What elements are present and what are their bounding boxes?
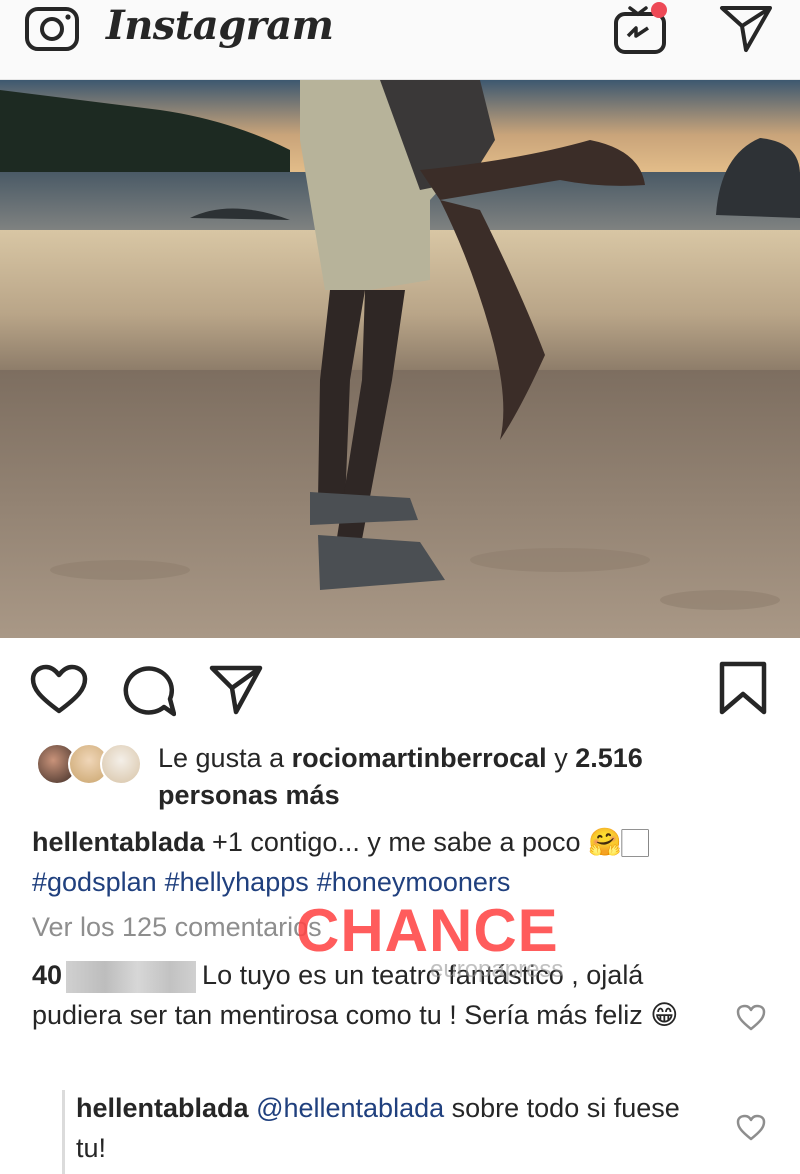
view-all-comments-link[interactable]: Ver los 125 comentarios [32, 912, 322, 943]
comment-icon[interactable] [120, 664, 176, 718]
bookmark-icon[interactable] [718, 660, 768, 716]
likes-middle: y [546, 743, 576, 773]
camera-icon[interactable] [24, 4, 80, 52]
share-icon[interactable] [208, 662, 264, 716]
igtv-icon[interactable] [612, 0, 674, 56]
redacted-username [66, 960, 197, 993]
app-logo: Instagram [106, 2, 334, 49]
comment-username[interactable]: 40 [32, 960, 62, 990]
post-image[interactable] [0, 80, 800, 638]
hashtag-link[interactable]: #godsplan [32, 867, 157, 897]
reply-thread-line [62, 1090, 65, 1174]
hashtag-link[interactable]: #honeymooners [317, 867, 511, 897]
caption-username[interactable]: hellentablada [32, 827, 205, 857]
watermark-europapress: europapress [430, 956, 564, 983]
post-caption: hellentablada +1 contigo... y me sabe a … [32, 822, 782, 862]
watermark-chance: CHANCE [296, 897, 559, 964]
post-actions [0, 638, 800, 738]
avatar [100, 743, 142, 785]
likes-text[interactable]: Le gusta a rociomartinberrocal y 2.516 p… [158, 740, 758, 814]
reply-like-heart-icon[interactable] [736, 1114, 766, 1142]
top-bar: Instagram [0, 0, 800, 80]
likes-count[interactable]: 2.516 [575, 743, 643, 773]
caption-text: +1 contigo... y me sabe a poco 🤗🏻 [204, 827, 649, 857]
comment-item: 40 Lo tuyo es un teatro fantástico , ojal… [32, 955, 712, 1035]
likes-prefix: Le gusta a [158, 743, 292, 773]
reply-username[interactable]: hellentablada [76, 1093, 249, 1123]
likes-suffix[interactable]: personas más [158, 780, 340, 810]
heart-icon[interactable] [30, 664, 88, 716]
hashtag-link[interactable]: #hellyhapps [165, 867, 309, 897]
comment-like-heart-icon[interactable] [736, 1004, 766, 1032]
likers-avatars[interactable] [36, 743, 142, 787]
reply-mention[interactable]: @hellentablada [256, 1093, 444, 1123]
direct-message-icon[interactable] [718, 2, 774, 54]
reply-item: hellentablada @hellentablada sobre todo … [76, 1088, 696, 1168]
liker-username[interactable]: rociomartinberrocal [292, 743, 547, 773]
likes-summary: Le gusta a rociomartinberrocal y 2.516 p… [36, 740, 776, 816]
